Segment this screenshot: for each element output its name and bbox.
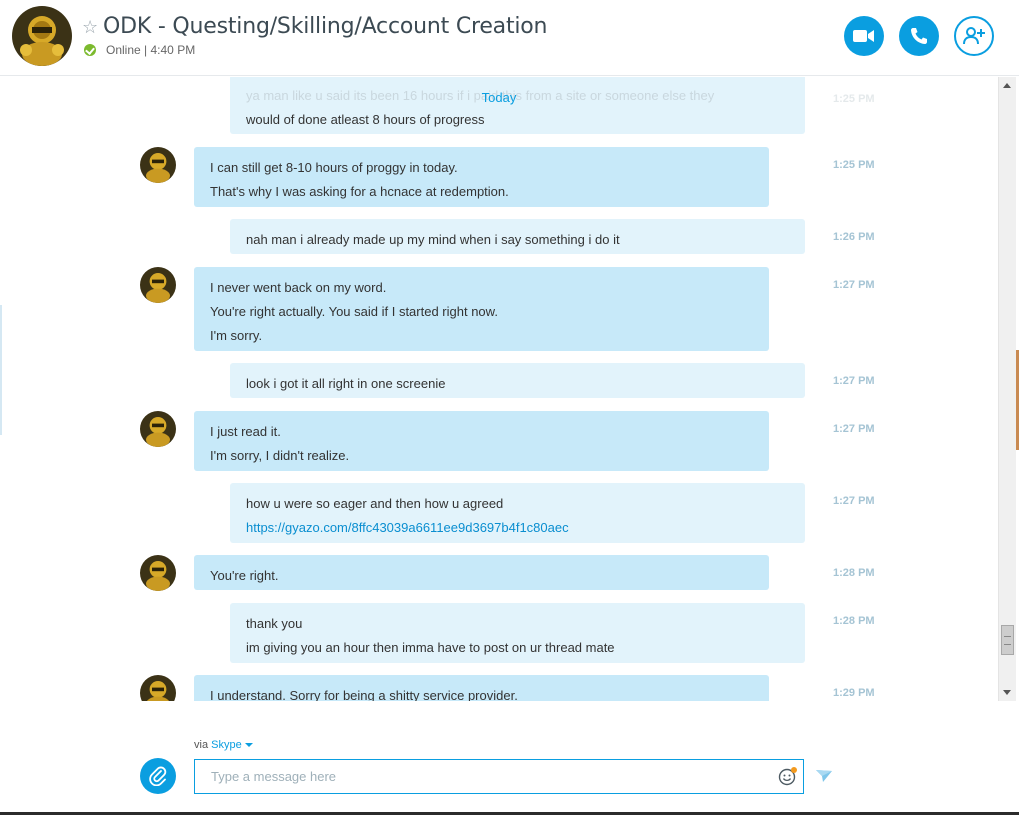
scroll-up-arrow-icon[interactable]	[1003, 83, 1011, 88]
message-text-line: thank you	[246, 616, 303, 631]
scrollbar-thumb[interactable]	[1001, 625, 1014, 655]
sender-avatar[interactable]	[140, 267, 176, 303]
message-text-line: That's why I was asking for a hcnace at …	[210, 184, 509, 199]
favorite-star-icon[interactable]: ☆	[82, 18, 98, 36]
phone-icon	[911, 28, 927, 44]
chat-scrollbar[interactable]	[998, 77, 1016, 701]
message-outgoing-partial[interactable]: ya man like u said its been 16 hours if …	[230, 77, 805, 134]
local-time: 4:40 PM	[150, 43, 196, 57]
message-time: 1:29 PM	[833, 687, 875, 699]
date-divider: Today	[481, 90, 517, 105]
message-text-line: I'm sorry.	[210, 328, 263, 343]
message-time: 1:27 PM	[833, 279, 875, 291]
emoticon-button[interactable]	[778, 766, 798, 786]
left-edge-accent	[0, 305, 2, 435]
message-time: 1:27 PM	[833, 495, 875, 507]
message-text-line: I never went back on my word.	[210, 280, 387, 295]
message-text-line: You're right.	[210, 568, 279, 583]
message-text-line: look i got it all right in one screenie	[246, 376, 446, 391]
audio-call-button[interactable]	[899, 16, 939, 56]
via-service[interactable]: Skype	[211, 739, 242, 751]
message-outgoing[interactable]: thank you im giving you an hour then imm…	[230, 603, 805, 663]
contact-avatar[interactable]	[12, 6, 72, 66]
smiley-icon	[778, 767, 797, 786]
via-label: via	[194, 739, 209, 751]
video-call-button[interactable]	[844, 16, 884, 56]
message-text-line: how u were so eager and then how u agree…	[246, 496, 504, 511]
attach-button[interactable]	[140, 758, 176, 794]
message-history[interactable]: Today ya man like u said its been 16 hou…	[0, 77, 998, 701]
sender-avatar[interactable]	[140, 147, 176, 183]
sender-avatar[interactable]	[140, 411, 176, 447]
status-line: Online | 4:40 PM	[106, 43, 195, 57]
conversation-title: ODK - Questing/Skilling/Account Creation	[103, 14, 548, 39]
message-input[interactable]	[194, 759, 804, 794]
paperclip-icon	[149, 766, 167, 786]
add-person-icon	[963, 27, 985, 45]
add-people-button[interactable]	[954, 16, 994, 56]
message-outgoing[interactable]: nah man i already made up my mind when i…	[230, 219, 805, 254]
message-time: 1:27 PM	[833, 375, 875, 387]
message-incoming[interactable]: I understand. Sorry for being a shitty s…	[194, 675, 769, 701]
message-text-line: I'm sorry, I didn't realize.	[210, 448, 350, 463]
presence-status: Online	[106, 43, 141, 57]
message-time: 1:27 PM	[833, 423, 875, 435]
message-text-line: would of done atleast 8 hours of progres…	[246, 112, 485, 127]
message-text-line: You're right actually. You said if I sta…	[210, 304, 498, 319]
sender-avatar[interactable]	[140, 555, 176, 591]
message-incoming[interactable]: I can still get 8-10 hours of proggy in …	[194, 147, 769, 207]
status-separator: |	[144, 43, 148, 57]
message-text-line: I understand. Sorry for being a shitty s…	[210, 688, 518, 701]
message-time: 1:25 PM	[833, 159, 875, 171]
message-text-line: I can still get 8-10 hours of proggy in …	[210, 160, 458, 175]
message-time: 1:28 PM	[833, 615, 875, 627]
video-camera-icon	[853, 30, 874, 42]
chevron-down-icon[interactable]	[244, 743, 253, 748]
message-outgoing[interactable]: look i got it all right in one screenie	[230, 363, 805, 398]
send-button[interactable]	[814, 766, 834, 786]
message-time: 1:26 PM	[833, 231, 875, 243]
sender-avatar[interactable]	[140, 675, 176, 701]
conversation-header: ☆ ODK - Questing/Skilling/Account Creati…	[0, 0, 1019, 76]
message-incoming[interactable]: I never went back on my word. You're rig…	[194, 267, 769, 351]
message-outgoing[interactable]: how u were so eager and then how u agree…	[230, 483, 805, 543]
send-arrow-icon	[816, 770, 832, 782]
message-incoming[interactable]: I just read it. I'm sorry, I didn't real…	[194, 411, 769, 471]
message-text-line: im giving you an hour then imma have to …	[246, 640, 615, 655]
message-incoming[interactable]: You're right.	[194, 555, 769, 590]
message-text-line: nah man i already made up my mind when i…	[246, 232, 620, 247]
message-text-line: I just read it.	[210, 424, 281, 439]
message-link[interactable]: https://gyazo.com/8ffc43039a6611ee9d3697…	[246, 516, 789, 540]
via-selector[interactable]: via Skype	[194, 739, 253, 751]
message-time: 1:28 PM	[833, 567, 875, 579]
online-status-icon	[84, 44, 96, 56]
scroll-down-arrow-icon[interactable]	[1003, 690, 1011, 695]
